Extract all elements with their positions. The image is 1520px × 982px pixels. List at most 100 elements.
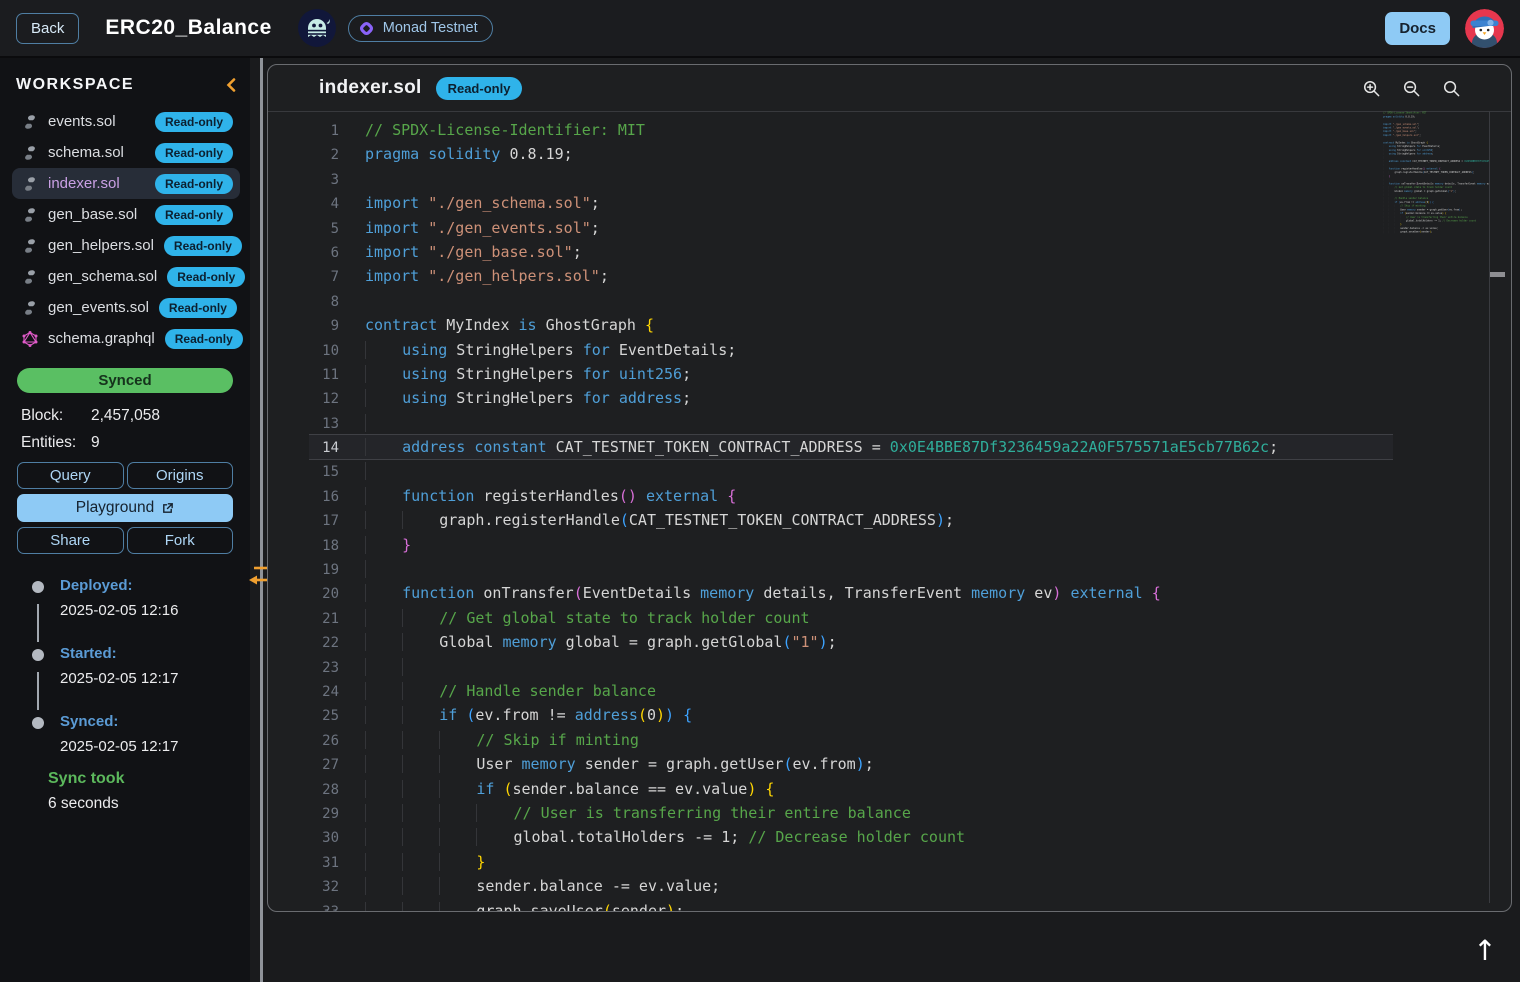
origins-button[interactable]: Origins (127, 462, 234, 489)
line-number: 30 (309, 826, 339, 850)
sidebar-item-gen_base-sol[interactable]: gen_base.solRead-only (12, 199, 240, 230)
code-line: 22 Global memory global = graph.getGloba… (309, 630, 1393, 654)
sidebar-item-schema-sol[interactable]: schema.sol Read-only (12, 137, 240, 168)
editor-scrollbar-thumb[interactable] (1490, 272, 1505, 277)
code-line: 2pragma solidity 0.8.19; (309, 142, 1393, 166)
scroll-to-top-button[interactable]: ↑ (1462, 928, 1508, 972)
timeline-connector (37, 604, 39, 642)
code-line: 23 (309, 655, 1393, 679)
code-line: address constant CAT_TESTNET_TOKEN_CONTR… (1383, 159, 1489, 163)
code-line: 7import "./gen_helpers.sol"; (309, 264, 1393, 288)
line-number: 2 (309, 143, 339, 167)
timeline-time: 2025-02-05 12:17 (60, 670, 250, 687)
line-number: 4 (309, 192, 339, 216)
code-line: 8 (309, 289, 1393, 313)
code-line: 18 } (309, 533, 1393, 557)
code-line: 20 function onTransfer(EventDetails memo… (309, 581, 1393, 605)
file-name: gen_helpers.sol (48, 237, 154, 254)
readonly-badge: Read-only (159, 298, 237, 318)
sidebar-item-events-sol[interactable]: events.solRead-only (12, 106, 240, 137)
workspace-file-list: events.solRead-onlyschema.solRead-onlyin… (0, 106, 250, 354)
line-number: 32 (309, 875, 339, 899)
code-line: 31 } (309, 850, 1393, 874)
sync-took-value: 6 seconds (48, 795, 250, 813)
workspace-title: WORKSPACE (16, 76, 134, 94)
code-line: graph.registerHandle(CAT_TESTNET_TOKEN_C… (1383, 171, 1489, 175)
editor-filename: indexer.sol (319, 77, 422, 99)
network-label: Monad Testnet (383, 20, 478, 36)
line-number: 7 (309, 265, 339, 289)
playground-button[interactable]: Playground (17, 494, 233, 522)
sidebar-item-gen_helpers-sol[interactable]: gen_helpers.solRead-only (12, 230, 240, 261)
sidebar-item-gen_events-sol[interactable]: gen_events.solRead-only (12, 292, 240, 323)
file-name: events.sol (48, 113, 116, 130)
timeline-dot (32, 649, 44, 661)
block-label: Block: (21, 407, 91, 425)
line-number: 18 (309, 534, 339, 558)
line-number: 23 (309, 656, 339, 680)
code-line: 30 global.totalHolders -= 1; // Decrease… (309, 825, 1393, 849)
sidebar-collapse-button[interactable] (226, 78, 236, 92)
code-minimap[interactable]: // SPDX-License-Identifier: MITpragma so… (1383, 111, 1489, 251)
line-number: 15 (309, 460, 339, 484)
external-link-icon (161, 502, 174, 515)
code-line: 4import "./gen_schema.sol"; (309, 191, 1393, 215)
sync-status-badge: Synced (17, 368, 233, 393)
readonly-badge: Read-only (155, 174, 233, 194)
page-title: ERC20_Balance (105, 16, 271, 40)
code-line: 14 address constant CAT_TESTNET_TOKEN_CO… (309, 435, 1393, 459)
user-avatar[interactable] (1465, 9, 1504, 48)
sidebar-item-gen_schema-sol[interactable]: gen_schema.solRead-only (12, 261, 240, 292)
timeline-item-deployed: Deployed:2025-02-05 12:16 (0, 576, 250, 644)
code-line: 19 (309, 557, 1393, 581)
fork-button[interactable]: Fork (127, 527, 234, 554)
code-line: 13 (309, 411, 1393, 435)
editor-scrollbar-track[interactable] (1489, 111, 1490, 903)
sync-took-label: Sync took (48, 770, 250, 788)
docs-button[interactable]: Docs (1385, 12, 1450, 45)
app-root: Back ERC20_Balance Monad Testnet Docs (0, 0, 1520, 982)
code-line: 33 graph.saveUser(sender); (309, 899, 1393, 912)
sidebar-item-schema-graphql[interactable]: schema.graphqlRead-only (12, 323, 240, 354)
timeline-dot (32, 717, 44, 729)
zoom-out-icon[interactable] (1402, 79, 1421, 98)
code-line: 26 // Skip if minting (309, 728, 1393, 752)
readonly-badge: Read-only (155, 143, 233, 163)
network-badge[interactable]: Monad Testnet (348, 15, 493, 42)
file-name: schema.sol (48, 144, 124, 161)
line-number: 1 (309, 119, 339, 143)
monad-diamond-icon (359, 21, 374, 36)
query-button[interactable]: Query (17, 462, 124, 489)
line-number: 3 (309, 168, 339, 192)
graphql-file-icon (22, 331, 38, 347)
share-button[interactable]: Share (17, 527, 124, 554)
code-line: 16 function registerHandles() external { (309, 484, 1393, 508)
code-line: 5import "./gen_events.sol"; (309, 216, 1393, 240)
solidity-file-icon (22, 145, 38, 161)
code-line: 6import "./gen_base.sol"; (309, 240, 1393, 264)
timeline-label: Started: (60, 644, 250, 664)
code-line: 24 // Handle sender balance (309, 679, 1393, 703)
solidity-file-icon (22, 300, 38, 316)
code-area[interactable]: 1// SPDX-License-Identifier: MIT2pragma … (268, 113, 1511, 911)
line-number: 22 (309, 631, 339, 655)
sidebar-item-indexer-sol[interactable]: indexer.solRead-only (12, 168, 240, 199)
line-number: 16 (309, 485, 339, 509)
code-line: 28 if (sender.balance == ev.value) { (309, 777, 1393, 801)
sidebar-resize-handle[interactable] (260, 58, 263, 982)
line-number: 5 (309, 217, 339, 241)
search-icon[interactable] (1442, 79, 1461, 98)
line-number: 11 (309, 363, 339, 387)
code-line: 12 using StringHelpers for address; (309, 386, 1393, 410)
line-number: 19 (309, 558, 339, 582)
file-name: schema.graphql (48, 330, 155, 347)
code-line: 9contract MyIndex is GhostGraph { (309, 313, 1393, 337)
arrow-up-icon: ↑ (1473, 934, 1496, 967)
chevron-left-icon (226, 78, 236, 92)
zoom-in-icon[interactable] (1362, 79, 1381, 98)
editor-header: indexer.sol Read-only (268, 65, 1511, 112)
line-number: 6 (309, 241, 339, 265)
code-line: 15 (309, 459, 1393, 483)
line-number: 14 (309, 436, 339, 460)
back-button[interactable]: Back (16, 13, 79, 44)
